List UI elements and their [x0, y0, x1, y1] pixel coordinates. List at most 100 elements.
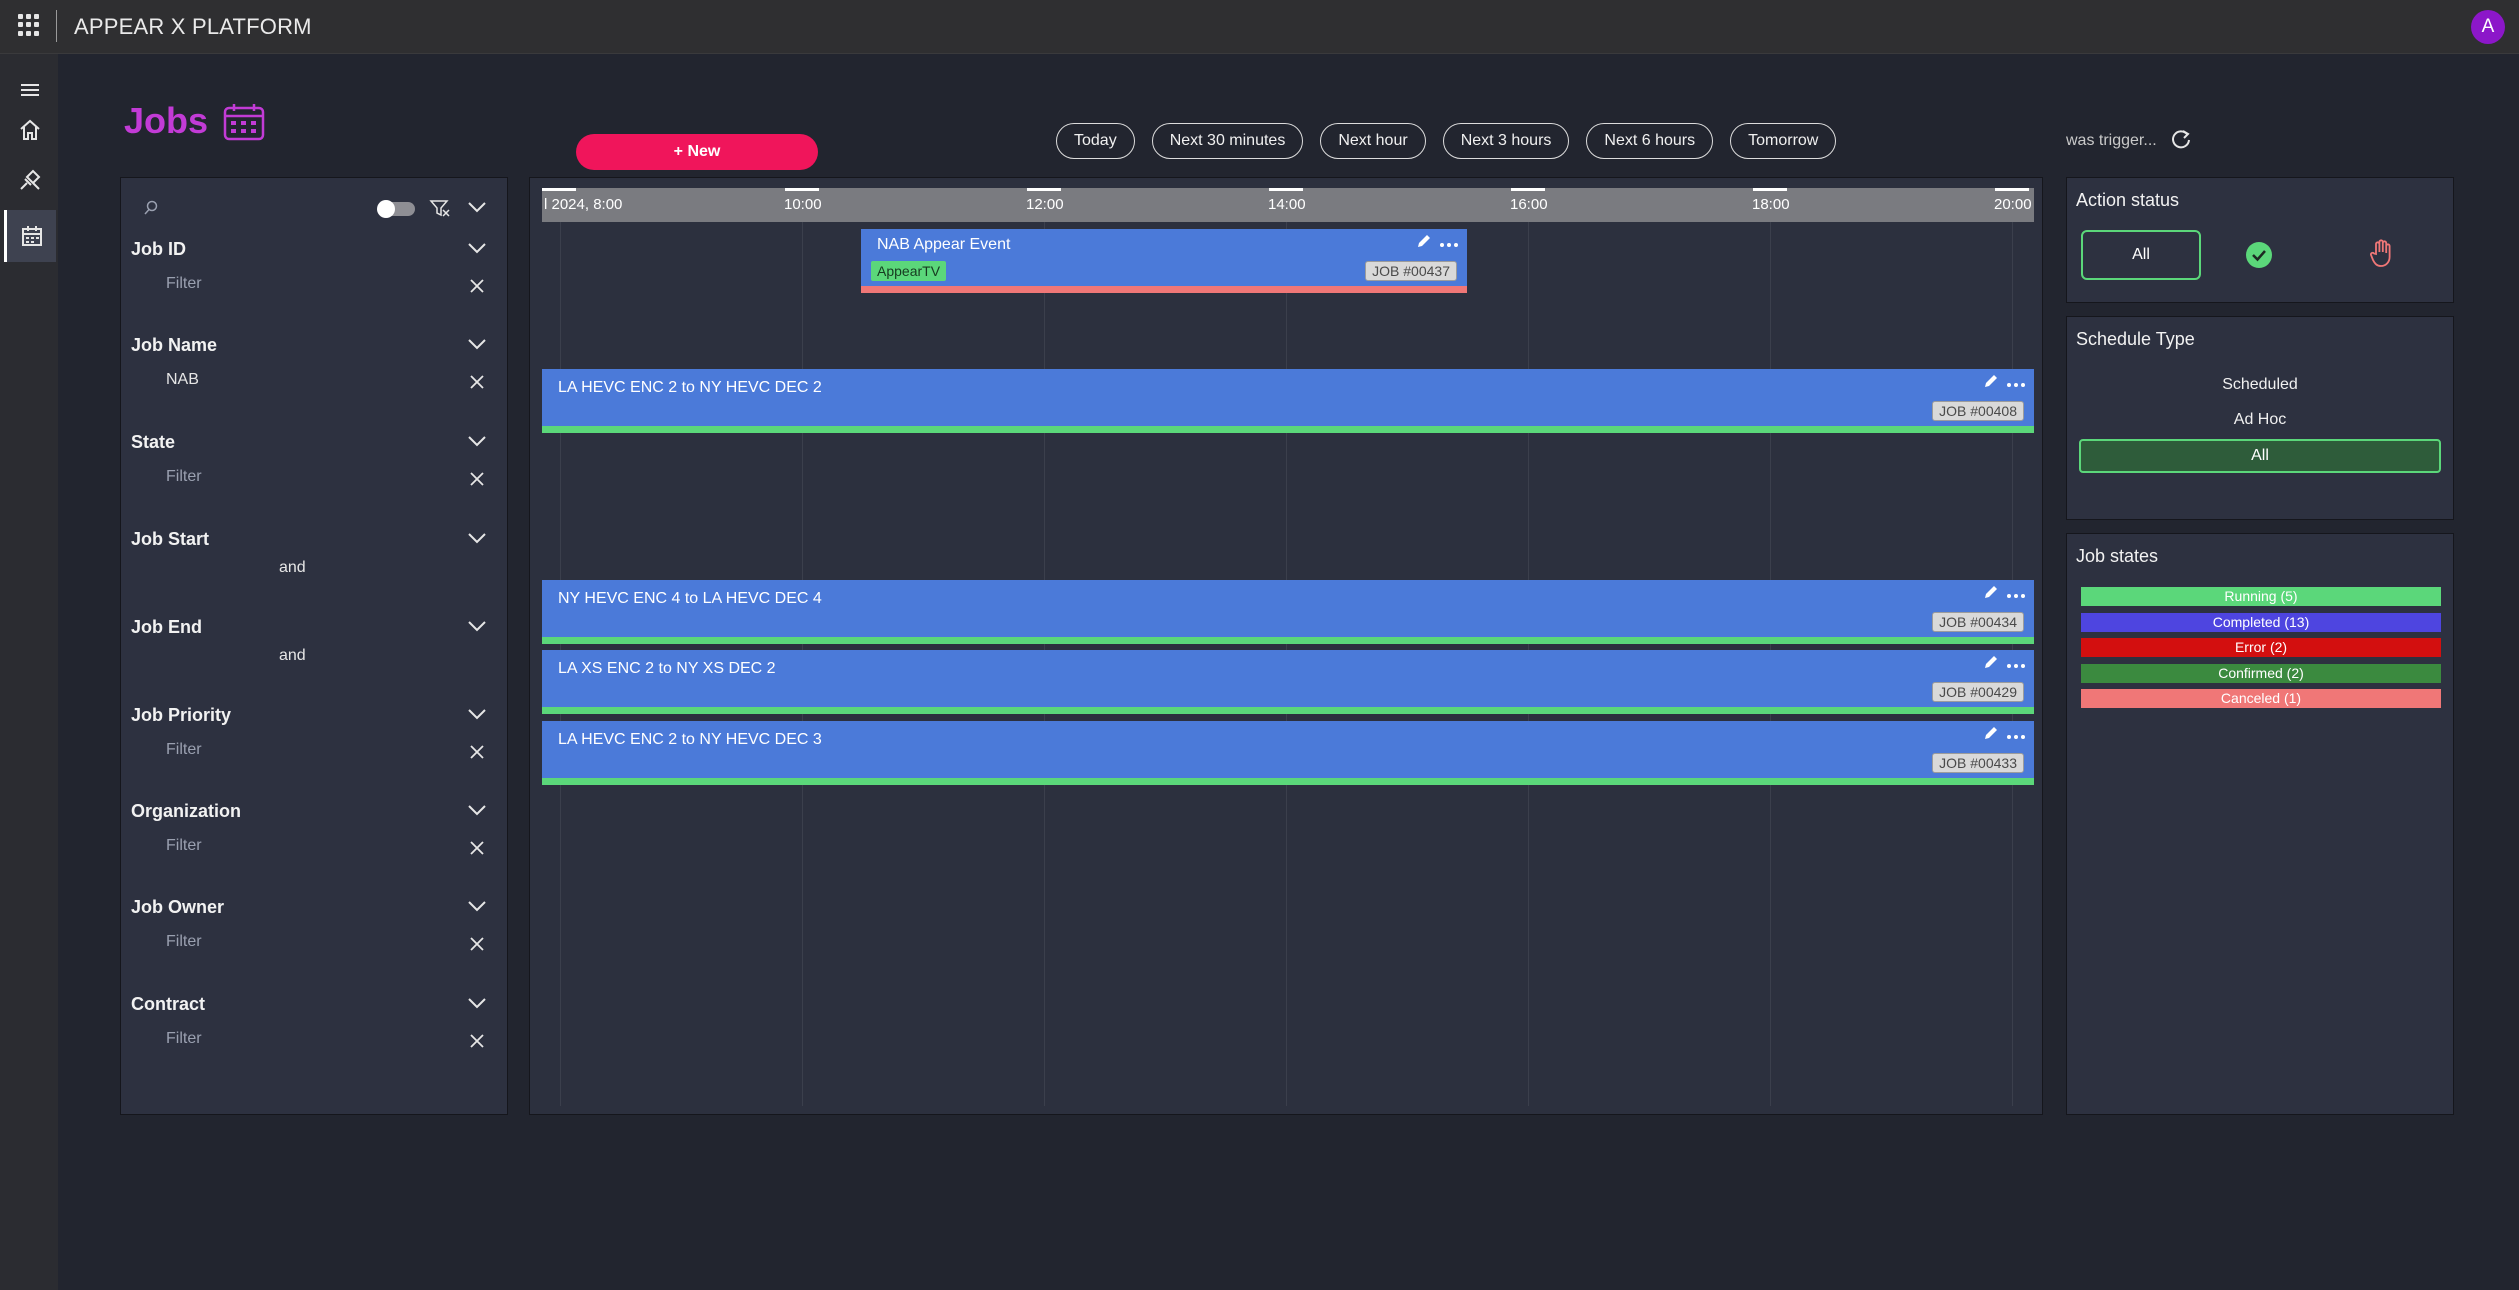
close-icon[interactable] — [469, 936, 485, 957]
close-icon[interactable] — [469, 374, 485, 395]
state-error[interactable]: Error (2) — [2081, 638, 2441, 657]
app-title: APPEAR X PLATFORM — [74, 14, 312, 39]
time-axis: l 2024, 8:00 10:00 12:00 14:00 16:00 18:… — [542, 188, 2034, 222]
job-tools — [1982, 724, 2026, 747]
job-id-badge: JOB #00437 — [1365, 261, 1457, 281]
chevron-down-icon[interactable] — [467, 241, 487, 260]
job-bar-00437[interactable]: NAB Appear Event AppearTV JOB #00437 — [861, 229, 1467, 293]
organization-filter-input[interactable]: Filter — [166, 837, 426, 861]
more-icon[interactable] — [2006, 656, 2026, 674]
tick-mark — [1511, 188, 1545, 191]
close-icon[interactable] — [469, 744, 485, 765]
chevron-down-icon[interactable] — [467, 531, 487, 550]
close-icon[interactable] — [469, 278, 485, 299]
job-name: NAB Appear Event — [877, 236, 1011, 253]
state-completed[interactable]: Completed (13) — [2081, 613, 2441, 632]
schedule-type-panel: Schedule Type Scheduled Ad Hoc All — [2066, 316, 2454, 520]
job-status-bar — [542, 778, 2034, 785]
search-icon — [143, 200, 159, 221]
schedule-option-ad-hoc[interactable]: Ad Hoc — [2079, 411, 2441, 429]
chevron-down-icon[interactable] — [467, 803, 487, 822]
chevron-down-icon[interactable] — [467, 619, 487, 638]
job-bar-00429[interactable]: LA XS ENC 2 to NY XS DEC 2 JOB #00429 — [542, 650, 2034, 714]
state-filter-input[interactable]: Filter — [166, 468, 426, 492]
state-confirmed[interactable]: Confirmed (2) — [2081, 664, 2441, 683]
schedule-all-button[interactable]: All — [2079, 439, 2441, 473]
range-tomorrow-button[interactable]: Tomorrow — [1730, 123, 1837, 159]
more-icon[interactable] — [2006, 586, 2026, 604]
top-bar: APPEAR X PLATFORM A — [0, 0, 2519, 54]
action-status-panel: Action status All — [2066, 177, 2454, 303]
job-name-filter-input[interactable]: NAB — [166, 371, 426, 395]
job-priority-filter-input[interactable]: Filter — [166, 741, 426, 765]
range-next-hour-button[interactable]: Next hour — [1320, 123, 1426, 159]
edit-icon[interactable] — [1982, 653, 2000, 676]
range-and-label: and — [279, 559, 306, 576]
schedule-option-scheduled[interactable]: Scheduled — [2079, 376, 2441, 394]
more-icon[interactable] — [1439, 235, 1459, 253]
app-launcher-icon[interactable] — [18, 14, 40, 36]
job-id-badge: JOB #00429 — [1932, 682, 2024, 702]
job-id-badge: JOB #00434 — [1932, 612, 2024, 632]
range-next-6-hours-button[interactable]: Next 6 hours — [1586, 123, 1714, 159]
state-canceled[interactable]: Canceled (1) — [2081, 689, 2441, 708]
refresh-icon[interactable] — [2170, 128, 2192, 155]
range-next-3-hours-button[interactable]: Next 3 hours — [1442, 123, 1570, 159]
edit-icon[interactable] — [1982, 372, 2000, 395]
range-today-button[interactable]: Today — [1056, 123, 1135, 159]
job-id-badge: JOB #00408 — [1932, 401, 2024, 421]
chevron-down-icon[interactable] — [467, 707, 487, 726]
job-status-bar — [542, 637, 2034, 644]
tick-mark — [1995, 188, 2029, 191]
more-icon[interactable] — [2006, 727, 2026, 745]
job-name: LA XS ENC 2 to NY XS DEC 2 — [558, 660, 776, 677]
more-icon[interactable] — [2006, 375, 2026, 393]
connection-icon[interactable] — [4, 154, 56, 206]
tick-mark — [542, 188, 576, 191]
time-range-bar: Today Next 30 minutes Next hour Next 3 h… — [1056, 123, 1853, 159]
job-bar-00433[interactable]: LA HEVC ENC 2 to NY HEVC DEC 3 JOB #0043… — [542, 721, 2034, 785]
chevron-down-icon[interactable] — [467, 200, 487, 219]
contract-filter-input[interactable]: Filter — [166, 1030, 426, 1054]
time-tick-label: 20:00 — [1994, 196, 2032, 213]
close-icon[interactable] — [469, 1033, 485, 1054]
edit-icon[interactable] — [1982, 583, 2000, 606]
state-running[interactable]: Running (5) — [2081, 587, 2441, 606]
toggle-switch[interactable] — [377, 200, 415, 218]
avatar[interactable]: A — [2471, 10, 2505, 44]
job-bar-00408[interactable]: LA HEVC ENC 2 to NY HEVC DEC 2 JOB #0040… — [542, 369, 2034, 433]
time-tick-label: 18:00 — [1752, 196, 1790, 213]
filter-icon[interactable] — [429, 198, 451, 223]
close-icon[interactable] — [469, 840, 485, 861]
calendar-icon — [222, 102, 266, 147]
tick-mark — [1753, 188, 1787, 191]
close-icon[interactable] — [469, 471, 485, 492]
check-circle-icon[interactable] — [2245, 241, 2273, 274]
calendar-icon[interactable] — [4, 210, 56, 262]
home-icon[interactable] — [4, 104, 56, 156]
range-next-30-minutes-button[interactable]: Next 30 minutes — [1151, 123, 1304, 159]
job-tag: AppearTV — [871, 261, 947, 281]
panel-title: Schedule Type — [2076, 329, 2195, 349]
chevron-down-icon[interactable] — [467, 996, 487, 1015]
new-job-button[interactable]: + New — [576, 134, 818, 170]
page-title: Jobs — [124, 100, 209, 141]
filter-label: Job ID — [131, 239, 187, 259]
tick-mark — [1027, 188, 1061, 191]
time-tick-label: 10:00 — [784, 196, 822, 213]
chevron-down-icon[interactable] — [467, 337, 487, 356]
filter-label: Job Priority — [131, 705, 232, 725]
edit-icon[interactable] — [1982, 724, 2000, 747]
edit-icon[interactable] — [1415, 232, 1433, 255]
hand-icon[interactable] — [2369, 238, 2395, 273]
filter-panel: Job ID Filter Job Name NAB State Filter … — [120, 177, 508, 1115]
time-tick-label: 16:00 — [1510, 196, 1548, 213]
job-id-filter-input[interactable]: Filter — [166, 275, 426, 299]
chevron-down-icon[interactable] — [467, 434, 487, 453]
job-owner-filter-input[interactable]: Filter — [166, 933, 426, 957]
chevron-down-icon[interactable] — [467, 899, 487, 918]
job-bar-00434[interactable]: NY HEVC ENC 4 to LA HEVC DEC 4 JOB #0043… — [542, 580, 2034, 644]
panel-title: Job states — [2076, 546, 2159, 566]
action-all-button[interactable]: All — [2081, 230, 2201, 280]
timeline-panel: l 2024, 8:00 10:00 12:00 14:00 16:00 18:… — [529, 177, 2043, 1115]
